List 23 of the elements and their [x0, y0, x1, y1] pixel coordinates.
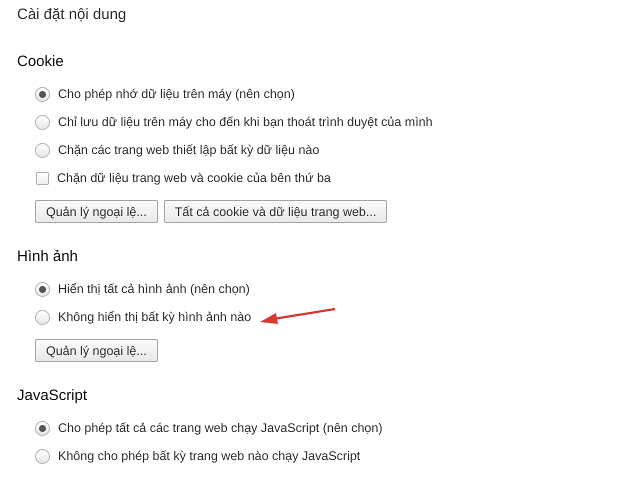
option-label: Không hiển thị bất kỳ hình ảnh nào: [58, 308, 252, 326]
radio-button[interactable]: [35, 420, 50, 436]
radio-button[interactable]: [35, 86, 50, 102]
option-label: Cho phép tất cả các trang web chạy JavaScript (nên chọn): [58, 420, 382, 437]
section-heading: Cookie: [17, 52, 65, 72]
action-button[interactable]: Quản lý ngoại lệ...: [35, 339, 158, 362]
radio-button[interactable]: [35, 114, 50, 130]
option-label: Cho phép nhớ dữ liệu trên máy (nên chọn): [58, 86, 295, 103]
action-button[interactable]: Quản lý ngoại lệ...: [35, 200, 158, 223]
radio-button[interactable]: [35, 448, 50, 464]
checkbox[interactable]: [36, 172, 49, 184]
action-button[interactable]: Tất cả cookie và dữ liệu trang web...: [164, 200, 388, 223]
option-label: Chỉ lưu dữ liệu trên máy cho đến khi bạn thoát trình duyệt của mình: [58, 114, 433, 131]
option-label: Hiển thị tất cả hình ảnh (nên chọn): [58, 280, 250, 298]
radio-button[interactable]: [35, 310, 50, 324]
radio-button[interactable]: [35, 282, 50, 296]
page-title: Cài đặt nội dung: [17, 5, 128, 25]
radio-button[interactable]: [35, 142, 50, 158]
option-label: Không cho phép bất kỳ trang web nào chạy JavaScript: [58, 448, 360, 465]
section-heading: JavaScript: [17, 386, 88, 406]
section-heading: Hình ảnh: [17, 247, 79, 267]
option-label: Chặn các trang web thiết lập bất kỳ dữ liệu nào: [58, 142, 320, 159]
option-label: Chặn dữ liệu trang web và cookie của bên thứ ba: [57, 170, 331, 187]
